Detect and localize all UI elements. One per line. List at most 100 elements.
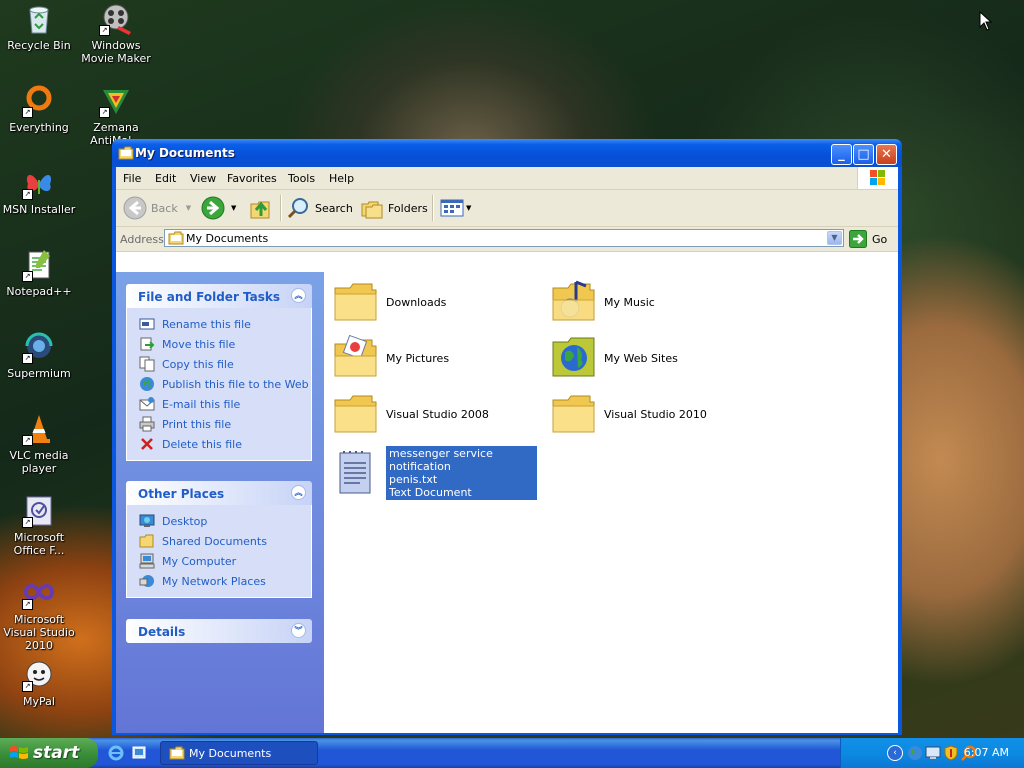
rename-icon	[139, 318, 155, 330]
globe-icon: ↗	[22, 330, 56, 364]
collapse-chevron-icon[interactable]: ︽	[291, 288, 306, 303]
address-dropdown-button[interactable]: ▼	[827, 231, 842, 245]
menu-favorites[interactable]: Favorites	[227, 172, 277, 185]
task-pane: File and Folder Tasks ︽ Rename this file…	[116, 272, 324, 733]
butterfly-icon: ↗	[22, 166, 56, 200]
panel-header[interactable]: Details ︾	[126, 619, 312, 643]
chevron-left-icon: ‹	[893, 748, 897, 758]
copy-icon	[139, 356, 155, 372]
task-delete[interactable]: Delete this file	[127, 434, 311, 454]
desktop-icon-msn[interactable]: ↗ MSN Installer	[0, 166, 78, 216]
desktop-icon-supermium[interactable]: ↗ Supermium	[0, 330, 78, 380]
desktop-icon-vlc[interactable]: ↗ VLC media player	[0, 412, 78, 475]
go-button[interactable]: Go	[849, 230, 887, 248]
back-arrow-icon	[123, 196, 147, 220]
start-button[interactable]: start	[0, 738, 98, 768]
desktop-icon-zemana[interactable]: ↗ Zemana AntiMal...	[77, 84, 155, 147]
security-shield-icon[interactable]	[943, 745, 959, 761]
details-panel: Details ︾	[126, 619, 312, 643]
panel-header[interactable]: File and Folder Tasks ︽	[126, 284, 312, 308]
task-publish-web[interactable]: Publish this file to the Web	[127, 374, 311, 394]
notepad-icon: ↗	[22, 248, 56, 282]
recycle-bin-icon	[22, 2, 56, 36]
place-shared-documents[interactable]: Shared Documents	[127, 531, 311, 551]
shortcut-arrow-icon: ↗	[22, 353, 33, 364]
title-bar[interactable]: My Documents _ □ ✕	[112, 139, 902, 167]
forward-button[interactable]: ▼	[201, 196, 236, 220]
desktop-icon-recycle-bin[interactable]: Recycle Bin	[0, 2, 78, 52]
email-icon	[139, 397, 155, 411]
panel-header[interactable]: Other Places ︽	[126, 481, 312, 505]
file-item-text-document[interactable]: messenger service notification penis.txt…	[332, 446, 537, 500]
menu-file[interactable]: File	[123, 172, 141, 185]
expand-chevron-icon[interactable]: ︾	[291, 623, 306, 638]
task-print[interactable]: Print this file	[127, 414, 311, 434]
desktop-icon-movie-maker[interactable]: ↗ Windows Movie Maker	[77, 2, 155, 65]
quicklaunch-desktop-button[interactable]	[131, 745, 147, 764]
system-tray: ‹ 6:07 AM	[840, 738, 1024, 768]
menu-edit[interactable]: Edit	[155, 172, 176, 185]
move-icon	[140, 337, 155, 351]
place-my-computer[interactable]: My Computer	[127, 551, 311, 571]
shortcut-arrow-icon: ↗	[22, 517, 33, 528]
folder-item-my-web-sites[interactable]: My Web Sites	[550, 334, 678, 382]
collapse-chevron-icon[interactable]: ︽	[291, 485, 306, 500]
desktop-icon-mypal[interactable]: ↗ MyPal	[0, 658, 78, 708]
folder-icon	[552, 395, 595, 433]
back-button[interactable]: Back ▼	[123, 196, 191, 220]
desktop-icon-visual-studio[interactable]: ↗ Microsoft Visual Studio 2010	[0, 576, 78, 652]
views-button[interactable]: ▼	[440, 196, 471, 220]
minimize-button[interactable]: _	[831, 144, 852, 165]
desktop-icon-office[interactable]: ↗ Microsoft Office F...	[0, 494, 78, 557]
views-dropdown-icon[interactable]: ▼	[466, 204, 471, 212]
menu-bar: File Edit View Favorites Tools Help	[116, 167, 898, 190]
taskbar-task-my-documents[interactable]: My Documents	[160, 741, 318, 765]
address-input[interactable]: My Documents ▼	[164, 229, 844, 247]
window-title: My Documents	[135, 146, 235, 160]
folder-icon	[334, 395, 377, 433]
address-label: Address	[120, 233, 164, 246]
task-email[interactable]: E-mail this file	[127, 394, 311, 414]
folder-item-visual-studio-2008[interactable]: Visual Studio 2008	[332, 390, 489, 438]
folder-item-downloads[interactable]: Downloads	[332, 278, 446, 326]
place-network[interactable]: My Network Places	[127, 571, 311, 591]
toolbar-separator	[280, 195, 282, 221]
file-list: Downloads My Music My Pictures My Web Si…	[324, 272, 898, 733]
place-desktop[interactable]: Desktop	[127, 511, 311, 531]
folder-item-my-pictures[interactable]: My Pictures	[332, 334, 449, 382]
menu-view[interactable]: View	[190, 172, 216, 185]
close-button[interactable]: ✕	[876, 144, 897, 165]
taskbar: start My Documents ? ‹ 6:07 AM	[0, 738, 1024, 768]
menu-tools[interactable]: Tools	[288, 172, 315, 185]
search-button[interactable]: Search	[287, 196, 353, 220]
desktop-icon-label: Microsoft Office F...	[13, 531, 65, 557]
shortcut-arrow-icon: ↗	[22, 681, 33, 692]
printer-icon	[139, 416, 155, 432]
mypal-icon: ↗	[22, 658, 56, 692]
folder-item-visual-studio-2010[interactable]: Visual Studio 2010	[550, 390, 707, 438]
back-dropdown-icon[interactable]: ▼	[186, 204, 191, 212]
desktop-icon-everything[interactable]: ↗ Everything	[0, 84, 78, 134]
task-copy[interactable]: Copy this file	[127, 354, 311, 374]
maximize-button[interactable]: □	[853, 144, 874, 165]
task-move[interactable]: Move this file	[127, 334, 311, 354]
desktop-icon-notepadpp[interactable]: ↗ Notepad++	[0, 248, 78, 298]
mouse-cursor-icon	[979, 11, 993, 31]
forward-dropdown-icon[interactable]: ▼	[231, 204, 236, 212]
quicklaunch-ie-button[interactable]	[108, 745, 124, 764]
desktop-icon-label: Supermium	[7, 367, 71, 380]
up-folder-button[interactable]	[249, 196, 273, 220]
folder-item-my-music[interactable]: My Music	[550, 278, 655, 326]
chevron-down-icon: ▼	[831, 233, 838, 242]
task-rename[interactable]: Rename this file	[127, 314, 311, 334]
display-tray-icon[interactable]	[925, 745, 941, 761]
menu-help[interactable]: Help	[329, 172, 354, 185]
tray-expand-button[interactable]: ‹	[887, 745, 903, 761]
address-value: My Documents	[186, 232, 269, 245]
folders-button[interactable]: Folders	[360, 196, 428, 220]
shortcut-arrow-icon: ↗	[22, 435, 33, 446]
clock[interactable]: 6:07 AM	[964, 746, 1009, 759]
globe-tray-icon[interactable]	[907, 745, 923, 761]
search-ring-icon: ↗	[22, 84, 56, 118]
panel-body: Rename this file Move this file Copy thi…	[126, 308, 312, 461]
